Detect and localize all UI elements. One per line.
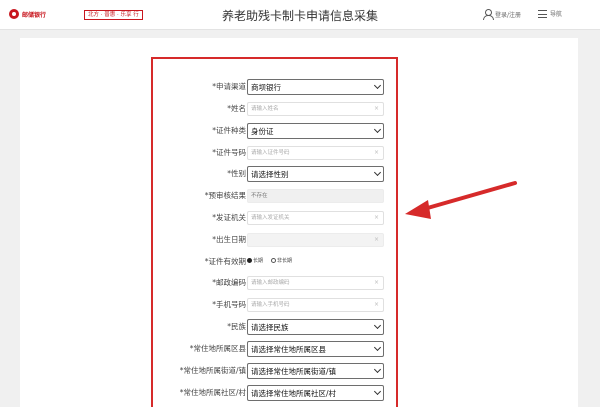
arrow-icon — [405, 181, 517, 219]
